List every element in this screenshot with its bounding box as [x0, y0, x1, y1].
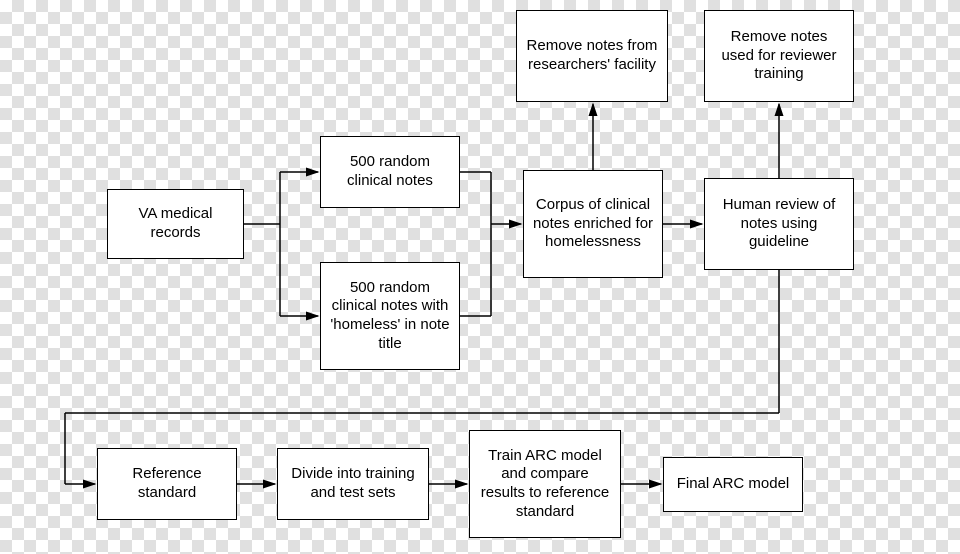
- box-corpus: Corpus of clinical notes enriched for ho…: [523, 170, 663, 278]
- box-text: Remove notes used for reviewer training: [713, 28, 845, 84]
- box-divide: Divide into training and test sets: [277, 448, 429, 520]
- box-text: 500 random clinical notes with 'homeless…: [329, 279, 451, 354]
- box-remove-reviewer: Remove notes used for reviewer training: [704, 10, 854, 102]
- box-500-random-homeless: 500 random clinical notes with 'homeless…: [320, 262, 460, 370]
- box-500-random: 500 random clinical notes: [320, 136, 460, 208]
- box-text: Reference standard: [106, 465, 228, 503]
- box-text: Final ARC model: [677, 475, 790, 494]
- box-text: 500 random clinical notes: [329, 153, 451, 191]
- box-text: Human review of notes using guideline: [713, 196, 845, 252]
- box-human-review: Human review of notes using guideline: [704, 178, 854, 270]
- box-text: VA medical records: [116, 205, 235, 243]
- box-text: Remove notes from researchers' facility: [525, 37, 659, 75]
- box-text: Corpus of clinical notes enriched for ho…: [532, 196, 654, 252]
- box-train-arc: Train ARC model and compare results to r…: [469, 430, 621, 538]
- box-final-arc: Final ARC model: [663, 457, 803, 512]
- box-va-medical-records: VA medical records: [107, 189, 244, 259]
- box-text: Train ARC model and compare results to r…: [478, 447, 612, 522]
- box-reference-standard: Reference standard: [97, 448, 237, 520]
- box-remove-facility: Remove notes from researchers' facility: [516, 10, 668, 102]
- box-text: Divide into training and test sets: [286, 465, 420, 503]
